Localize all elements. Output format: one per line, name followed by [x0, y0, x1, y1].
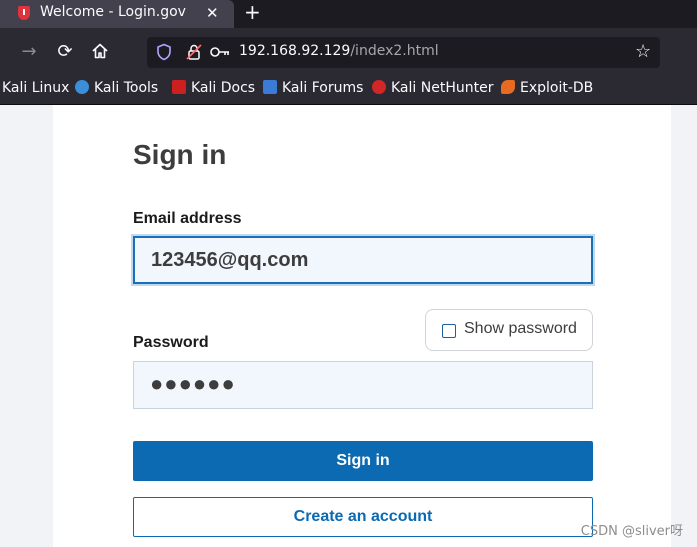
show-password-checkbox[interactable]	[442, 324, 456, 338]
home-icon[interactable]	[88, 40, 112, 64]
url-text: 192.168.92.129/index2.html	[239, 43, 439, 59]
password-field[interactable]: ●●●●●●	[133, 361, 593, 409]
active-tab[interactable]: Welcome - Login.gov ✕	[0, 0, 234, 28]
bookmark-label: Kali Docs	[191, 80, 256, 96]
key-icon[interactable]	[209, 43, 231, 61]
kali-tools-icon	[75, 80, 89, 94]
url-path: /index2.html	[350, 43, 439, 59]
exploit-db-icon	[501, 80, 515, 94]
email-label: Email address	[133, 210, 242, 227]
tab-strip: Welcome - Login.gov ✕ +	[0, 0, 697, 28]
address-bar[interactable]: 192.168.92.129/index2.html ☆	[147, 37, 660, 68]
kali-forums-icon	[263, 80, 277, 94]
bookmarks-toolbar: Kali Linux Kali Tools Kali Docs Kali For…	[0, 76, 697, 105]
bookmark-exploit-db[interactable]: Exploit-DB	[501, 80, 593, 96]
sign-in-button[interactable]: Sign in	[133, 441, 593, 481]
close-tab-icon[interactable]: ✕	[206, 4, 219, 22]
bookmark-star-icon[interactable]: ☆	[635, 41, 651, 62]
bookmark-label: Kali Tools	[94, 80, 159, 96]
email-field[interactable]: 123456@qq.com	[133, 236, 593, 284]
bookmark-kali-linux[interactable]: Kali Linux	[2, 80, 69, 96]
tab-title: Welcome - Login.gov	[40, 4, 186, 20]
kali-docs-icon	[172, 80, 186, 94]
sign-in-card: Sign in Email address 123456@qq.com Show…	[53, 105, 671, 547]
bookmark-label: Kali Forums	[282, 80, 364, 96]
show-password-label: Show password	[464, 320, 577, 337]
page-viewport: Sign in Email address 123456@qq.com Show…	[0, 105, 697, 547]
bookmark-kali-tools[interactable]: Kali Tools	[75, 80, 158, 96]
bookmark-kali-nethunter[interactable]: Kali NetHunter	[372, 80, 493, 96]
password-label: Password	[133, 334, 209, 351]
forward-arrow-icon[interactable]: →	[17, 40, 41, 64]
kali-nethunter-icon	[372, 80, 386, 94]
reload-icon[interactable]: ⟳	[53, 40, 77, 64]
create-account-button[interactable]: Create an account	[133, 497, 593, 537]
bookmark-kali-docs[interactable]: Kali Docs	[172, 80, 255, 96]
insecure-lock-icon[interactable]	[185, 43, 203, 61]
show-password-toggle[interactable]: Show password	[425, 309, 593, 351]
navigation-toolbar: → ⟳ 192.168.92.129/index2.html ☆	[0, 28, 697, 76]
url-host: 192.168.92.129	[239, 43, 351, 59]
bookmark-label: Exploit-DB	[520, 80, 594, 96]
bookmark-label: Kali NetHunter	[391, 80, 494, 96]
tracking-shield-icon[interactable]	[155, 43, 173, 61]
new-tab-icon[interactable]: +	[244, 1, 261, 23]
bookmark-label: Kali Linux	[2, 80, 70, 96]
watermark-text: CSDN @sliver呀	[580, 524, 683, 539]
bookmark-kali-forums[interactable]: Kali Forums	[263, 80, 363, 96]
page-title: Sign in	[133, 139, 227, 170]
site-favicon-icon	[18, 6, 30, 20]
